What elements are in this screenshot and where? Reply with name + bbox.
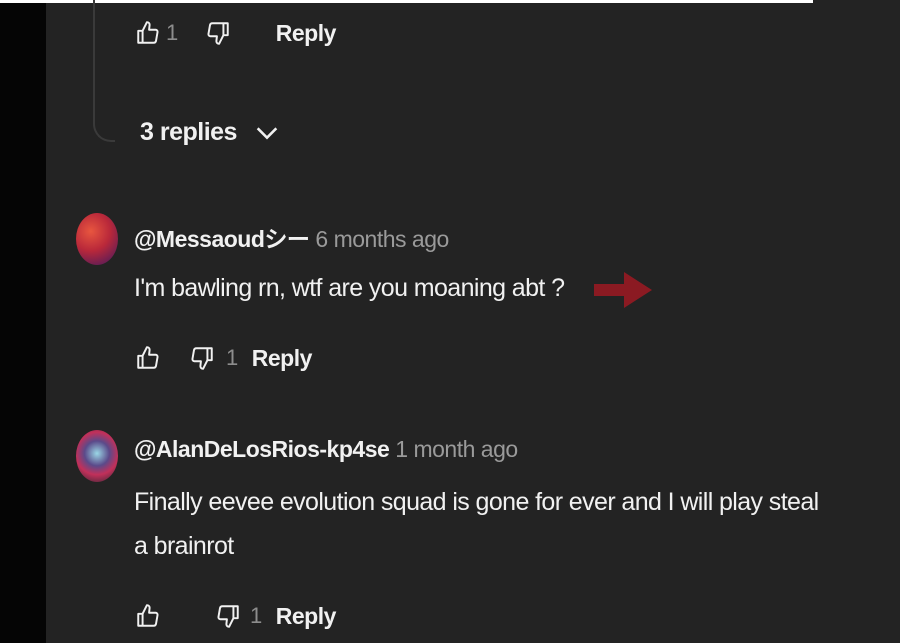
comment-actions: 1 Reply [134,598,336,634]
thumb-up-icon[interactable] [134,19,162,47]
left-border [0,0,46,643]
avatar[interactable] [76,430,118,482]
thread-connector-line [93,0,115,142]
comment-text: I'm bawling rn, wtf are you moaning abt … [134,274,565,302]
comment-meta: @AlanDeLosRios-kp4se 1 month ago [134,436,518,463]
thumb-down-icon[interactable] [214,602,242,630]
comment-actions: 1 Reply [134,340,312,376]
comment-text: Finally eevee evolution squad is gone fo… [134,488,819,560]
timestamp[interactable]: 1 month ago [395,436,518,462]
thumb-up-icon[interactable] [134,602,162,630]
reply-button[interactable]: Reply [276,20,337,47]
avatar[interactable] [76,213,118,265]
dislike-count: 1 [250,603,262,628]
author-name[interactable]: @Messaoudシー [134,226,310,252]
comment-meta: @Messaoudシー 6 months ago [134,220,449,254]
arrow-right-icon [594,272,652,308]
chevron-down-icon [256,126,278,139]
thumb-up-icon[interactable] [134,344,162,372]
reply-button[interactable]: Reply [276,603,337,630]
dislike-count: 1 [226,345,238,370]
thumb-down-icon[interactable] [204,19,232,47]
replies-toggle-label: 3 replies [140,118,237,146]
author-name[interactable]: @AlanDeLosRios-kp4se [134,436,390,462]
reply-button[interactable]: Reply [252,345,313,372]
top-edge [0,0,813,3]
replies-toggle-button[interactable]: 3 replies [140,118,281,147]
top-comment-actions: 1 Reply [134,15,336,51]
thumb-down-icon[interactable] [188,344,216,372]
timestamp[interactable]: 6 months ago [315,226,449,252]
like-count: 1 [166,20,178,45]
